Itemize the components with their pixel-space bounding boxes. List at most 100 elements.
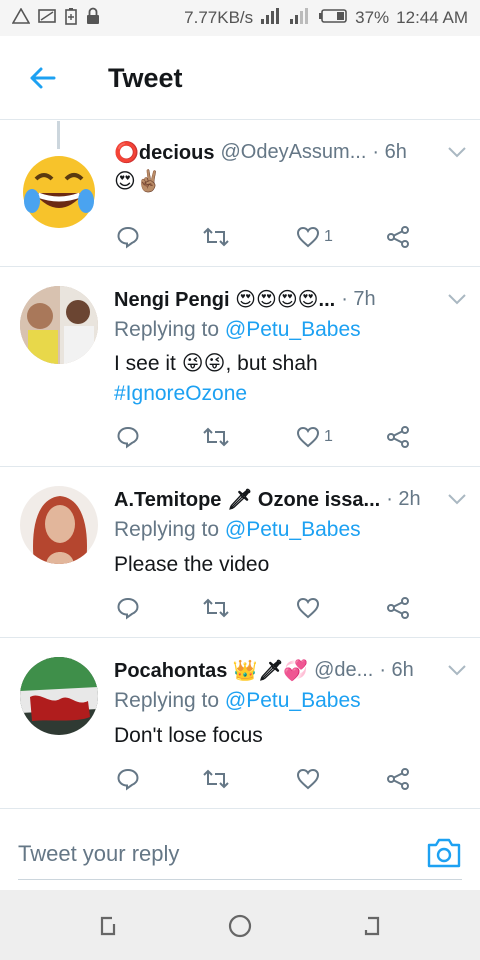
tweet-text: I see it 😜😜, but shah xyxy=(114,352,318,375)
replying-prefix: Replying to xyxy=(114,689,225,712)
avatar[interactable] xyxy=(20,286,98,364)
tweet-actions: 1 xyxy=(114,422,424,452)
heart-icon xyxy=(296,226,320,248)
speech-bubble-icon xyxy=(117,426,139,449)
reply-input[interactable] xyxy=(18,837,418,871)
chevron-down-icon xyxy=(448,665,466,676)
tweet-item[interactable]: ⭕decious @OdeyAssum... · 6h 😍✌🏽 1 xyxy=(0,121,480,267)
replying-to: Replying to @Petu_Babes xyxy=(114,515,361,545)
screen-cast-icon xyxy=(38,8,56,29)
avatar[interactable] xyxy=(20,486,98,564)
hashtag-link[interactable]: #IgnoreOzone xyxy=(114,379,247,409)
replying-to: Replying to @Petu_Babes xyxy=(114,686,361,716)
replying-to-handle[interactable]: @Petu_Babes xyxy=(225,318,361,341)
home-circle-icon xyxy=(228,914,252,938)
tweet-actions: 1 xyxy=(114,222,424,252)
battery-saver-icon xyxy=(64,7,78,30)
camera-button[interactable] xyxy=(426,837,462,869)
share-button[interactable] xyxy=(386,222,410,252)
retweet-button[interactable] xyxy=(202,593,230,623)
tweet-text: 😍✌🏽 xyxy=(114,170,163,193)
share-button[interactable] xyxy=(386,593,410,623)
tweet-menu-button[interactable] xyxy=(436,293,466,305)
author-name[interactable]: Pocahontas 👑🗡💞 xyxy=(114,658,308,683)
battery-level: 37% xyxy=(355,8,390,27)
like-count: 1 xyxy=(324,228,333,245)
tweet-menu-button[interactable] xyxy=(436,493,466,505)
back-nav-button[interactable] xyxy=(358,912,386,940)
author-handle[interactable]: @OdeyAssum... xyxy=(220,141,366,164)
arrow-left-icon xyxy=(30,67,56,89)
like-count: 1 xyxy=(324,428,333,445)
battery-icon xyxy=(318,8,348,29)
reply-button[interactable] xyxy=(116,422,140,452)
share-icon xyxy=(387,426,409,448)
retweet-icon xyxy=(203,227,229,247)
page-title: Tweet xyxy=(108,63,183,93)
retweet-icon xyxy=(203,769,229,789)
back-button[interactable] xyxy=(26,62,58,94)
share-button[interactable] xyxy=(386,764,410,794)
reply-composer xyxy=(0,808,480,890)
like-button[interactable] xyxy=(296,593,320,623)
top-app-bar: Tweet xyxy=(0,36,480,120)
tweet-time: · 6h xyxy=(372,140,407,163)
retweet-icon xyxy=(203,598,229,618)
speech-bubble-icon xyxy=(117,597,139,620)
retweet-button[interactable] xyxy=(202,764,230,794)
retweet-icon xyxy=(203,427,229,447)
chevron-down-icon xyxy=(448,294,466,305)
recent-apps-button[interactable] xyxy=(94,912,122,940)
tweet-actions xyxy=(114,593,424,623)
signal-icon xyxy=(260,7,282,30)
reply-button[interactable] xyxy=(116,593,140,623)
reply-button[interactable] xyxy=(116,764,140,794)
retweet-button[interactable] xyxy=(202,422,230,452)
heart-icon xyxy=(296,597,320,619)
author-name[interactable]: ⭕decious xyxy=(114,140,214,165)
replying-to: Replying to @Petu_Babes xyxy=(114,315,361,345)
reply-button[interactable] xyxy=(116,222,140,252)
tweet-menu-button[interactable] xyxy=(436,146,466,158)
user-photo-icon xyxy=(20,286,98,364)
heart-icon xyxy=(296,768,320,790)
home-button[interactable] xyxy=(226,912,254,940)
tweet-menu-button[interactable] xyxy=(436,664,466,676)
author-name[interactable]: A.Temitope 🗡 Ozone issa... xyxy=(114,487,380,512)
tweet-text: Please the video xyxy=(114,553,270,576)
tweet-text: Don't lose focus xyxy=(114,724,263,747)
signal-icon-2 xyxy=(289,7,311,30)
tweet-time: · 7h xyxy=(341,287,376,310)
replying-prefix: Replying to xyxy=(114,518,225,541)
like-button[interactable]: 1 xyxy=(296,222,333,252)
tweet-item[interactable]: Pocahontas 👑🗡💞 @de... · 6h Replying to @… xyxy=(0,639,480,809)
like-button[interactable] xyxy=(296,764,320,794)
replying-to-handle[interactable]: @Petu_Babes xyxy=(225,689,361,712)
clock: 12:44 AM xyxy=(396,8,468,27)
tweet-item[interactable]: Nengi Pengi 😍😍😍😍... · 7h Replying to @Pe… xyxy=(0,268,480,467)
alert-icon xyxy=(11,6,31,29)
retweet-button[interactable] xyxy=(202,222,230,252)
tweet-item[interactable]: A.Temitope 🗡 Ozone issa... · 2h Replying… xyxy=(0,468,480,638)
share-button[interactable] xyxy=(386,422,410,452)
thread-connector xyxy=(57,121,60,149)
like-button[interactable]: 1 xyxy=(296,422,333,452)
system-navigation-bar xyxy=(0,890,480,960)
share-icon xyxy=(387,597,409,619)
author-name[interactable]: Nengi Pengi 😍😍😍😍... xyxy=(114,287,335,312)
avatar[interactable] xyxy=(20,657,98,735)
speech-bubble-icon xyxy=(117,226,139,249)
input-underline xyxy=(18,879,462,880)
replying-prefix: Replying to xyxy=(114,318,225,341)
author-handle[interactable]: @de... xyxy=(314,659,373,682)
camera-icon xyxy=(427,838,461,868)
network-speed: 7.77KB/s xyxy=(184,8,254,27)
share-icon xyxy=(387,768,409,790)
speech-bubble-icon xyxy=(117,768,139,791)
back-nav-icon xyxy=(364,916,380,936)
share-icon xyxy=(387,226,409,248)
replying-to-handle[interactable]: @Petu_Babes xyxy=(225,518,361,541)
tweet-time: · 6h xyxy=(379,658,414,681)
avatar[interactable] xyxy=(20,153,98,231)
heart-icon xyxy=(296,426,320,448)
